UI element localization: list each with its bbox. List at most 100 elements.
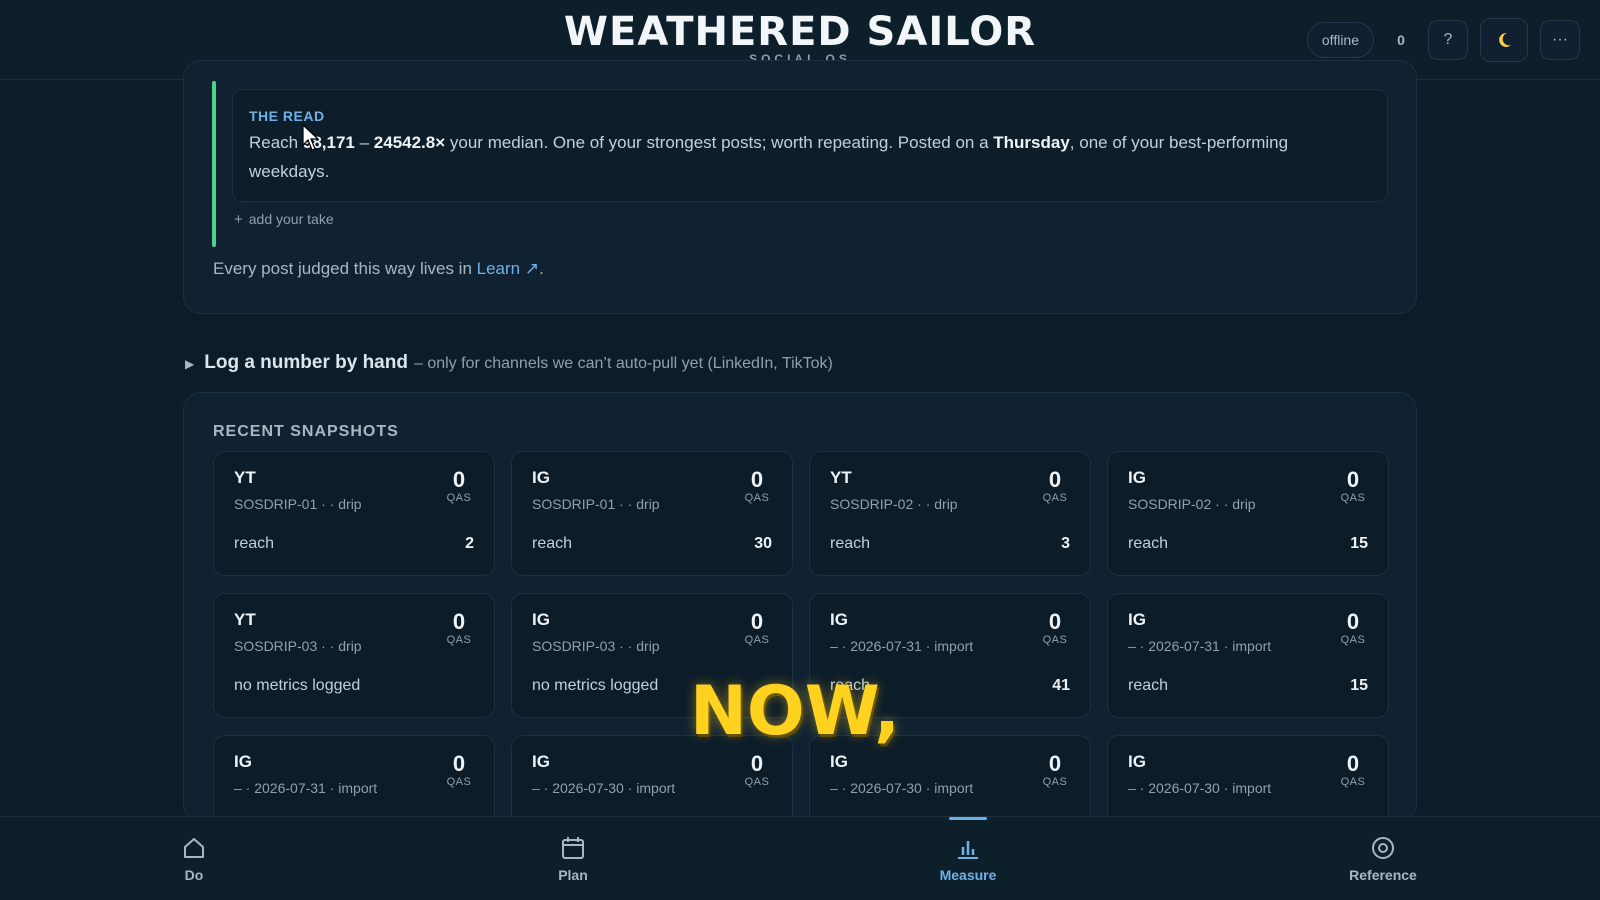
- snapshot-channel: IG: [830, 610, 848, 629]
- snapshot-channel: YT: [234, 610, 256, 629]
- plus-icon: +: [234, 211, 243, 228]
- snapshot-metric: reach 15: [1128, 677, 1368, 695]
- nav-plan-label: Plan: [558, 867, 588, 883]
- caret-right-icon: ▶: [185, 357, 195, 371]
- snapshot-metric: reach 2: [234, 535, 474, 553]
- target-icon: [1372, 837, 1394, 859]
- qas-score: 0 QAS: [742, 467, 772, 505]
- add-take-label: add your take: [248, 211, 334, 227]
- snapshot-card[interactable]: IG SOSDRIP-01 · · drip 0 QAS reach 30: [511, 451, 793, 576]
- qas-label: QAS: [1340, 634, 1366, 646]
- help-button[interactable]: ?: [1428, 20, 1468, 60]
- metric-value: 2: [465, 535, 474, 552]
- snapshot-card[interactable]: IG SOSDRIP-02 · · drip 0 QAS reach 15: [1107, 451, 1389, 576]
- more-menu-button[interactable]: ···: [1540, 20, 1580, 60]
- snapshot-channel: IG: [1128, 752, 1146, 771]
- log-number-toggle[interactable]: ▶ Log a number by hand – only for channe…: [185, 352, 833, 374]
- snapshot-metric: reach 3: [830, 535, 1070, 553]
- qas-label: QAS: [744, 492, 770, 504]
- snapshot-post-id: – · 2026-07-31 · import: [234, 780, 378, 796]
- snapshot-channel: IG: [234, 752, 252, 771]
- snapshot-channel: IG: [532, 610, 550, 629]
- add-take-button[interactable]: + add your take: [234, 211, 334, 228]
- snapshot-channel: IG: [1128, 610, 1146, 629]
- qas-value: 0: [750, 609, 764, 634]
- metric-name: reach: [532, 535, 573, 552]
- metric-name: reach: [234, 535, 275, 552]
- snapshot-post-id: SOSDRIP-03 · · drip: [234, 638, 362, 654]
- moon-icon: [1499, 32, 1511, 47]
- qas-score: 0 QAS: [1040, 468, 1070, 505]
- qas-score: 0 QAS: [444, 610, 474, 647]
- qas-value: 0: [1346, 467, 1360, 492]
- snapshot-post-id: SOSDRIP-02 · · drip: [830, 496, 958, 512]
- qas-label: QAS: [1042, 776, 1068, 788]
- metric-value: 30: [754, 535, 772, 552]
- qas-score: 0 QAS: [1338, 467, 1368, 505]
- qas-value: 0: [1346, 751, 1360, 776]
- snapshot-channel: YT: [830, 468, 852, 487]
- metric-name: reach: [1128, 535, 1169, 552]
- snapshot-channel: IG: [532, 752, 550, 771]
- nav-do-label: Do: [184, 867, 204, 883]
- qas-label: QAS: [1340, 776, 1366, 788]
- log-number-note: – only for channels we can’t auto-pull y…: [413, 355, 833, 372]
- read-dash: –: [354, 133, 374, 152]
- qas-score: 0 QAS: [444, 468, 474, 505]
- the-read-label: THE READ: [249, 108, 325, 124]
- home-icon: [184, 838, 204, 858]
- snapshot-card[interactable]: IG – · 2026-07-31 · import 0 QAS reach 15: [1107, 593, 1389, 718]
- the-read-box: THE READ Reach 98,171 – 24542.8× your me…: [232, 89, 1388, 202]
- metric-name: no metrics logged: [532, 677, 659, 694]
- qas-score: 0 QAS: [1338, 751, 1368, 789]
- qas-label: QAS: [1042, 492, 1068, 504]
- learn-prefix: Every post judged this way lives in: [213, 259, 477, 278]
- qas-value: 0: [750, 467, 764, 492]
- post-insight-card: THE READ Reach 98,171 – 24542.8× your me…: [183, 60, 1417, 314]
- snapshot-post-id: – · 2026-07-31 · import: [1128, 638, 1272, 654]
- qas-value: 0: [1048, 751, 1062, 776]
- recent-snapshots-title: RECENT SNAPSHOTS: [213, 423, 399, 440]
- snapshot-card[interactable]: YT SOSDRIP-02 · · drip 0 QAS reach 3: [809, 451, 1091, 576]
- snapshot-grid: YT SOSDRIP-01 · · drip 0 QAS reach 2 IG SO…: [213, 451, 1389, 860]
- qas-value: 0: [452, 751, 466, 776]
- nav-do[interactable]: Do: [134, 817, 254, 900]
- snapshot-post-id: – · 2026-07-30 · import: [1128, 780, 1272, 796]
- metric-value: 41: [1052, 677, 1070, 694]
- qas-score: 0 QAS: [1338, 610, 1368, 647]
- weekday: Thursday: [993, 133, 1070, 152]
- snapshot-card[interactable]: YT SOSDRIP-03 · · drip 0 QAS no metrics l…: [213, 593, 495, 718]
- read-text-middle: your median. One of your strongest posts…: [445, 133, 994, 152]
- recent-snapshots-card: RECENT SNAPSHOTS YT SOSDRIP-01 · · drip …: [183, 392, 1417, 860]
- median-multiplier: 24542.8×: [373, 133, 446, 152]
- metric-value: 15: [1350, 677, 1368, 694]
- nav-measure-label: Measure: [939, 867, 997, 883]
- snapshot-channel: IG: [1128, 468, 1146, 487]
- notification-count[interactable]: 0: [1386, 32, 1416, 48]
- qas-value: 0: [1048, 609, 1062, 634]
- nav-reference-label: Reference: [1349, 867, 1417, 883]
- snapshot-post-id: SOSDRIP-01 · · drip: [532, 496, 660, 512]
- qas-label: QAS: [446, 776, 472, 788]
- snapshot-channel: IG: [830, 752, 848, 771]
- snapshot-post-id: SOSDRIP-03 · · drip: [532, 638, 660, 654]
- metric-name: reach: [830, 535, 871, 552]
- mouse-cursor-icon: [302, 124, 320, 151]
- snapshot-post-id: – · 2026-07-30 · import: [532, 780, 676, 796]
- connection-status-badge[interactable]: offline: [1306, 22, 1374, 58]
- nav-plan[interactable]: Plan: [513, 817, 633, 900]
- snapshot-post-id: SOSDRIP-01 · · drip: [234, 496, 362, 512]
- learn-suffix: .: [539, 259, 544, 278]
- nav-measure[interactable]: Measure: [908, 817, 1028, 900]
- theme-toggle-button[interactable]: [1480, 18, 1528, 62]
- learn-link[interactable]: Learn ↗: [477, 259, 539, 278]
- snapshot-card[interactable]: YT SOSDRIP-01 · · drip 0 QAS reach 2: [213, 451, 495, 576]
- snapshot-post-id: – · 2026-07-30 · import: [830, 780, 974, 796]
- metric-value: 15: [1350, 535, 1368, 552]
- qas-label: QAS: [446, 634, 472, 646]
- snapshot-post-id: – · 2026-07-31 · import: [830, 638, 974, 654]
- qas-score: 0 QAS: [444, 751, 474, 789]
- nav-reference[interactable]: Reference: [1323, 817, 1443, 900]
- learn-note: Every post judged this way lives in Lear…: [213, 259, 544, 279]
- snapshot-post-id: SOSDRIP-02 · · drip: [1128, 496, 1256, 512]
